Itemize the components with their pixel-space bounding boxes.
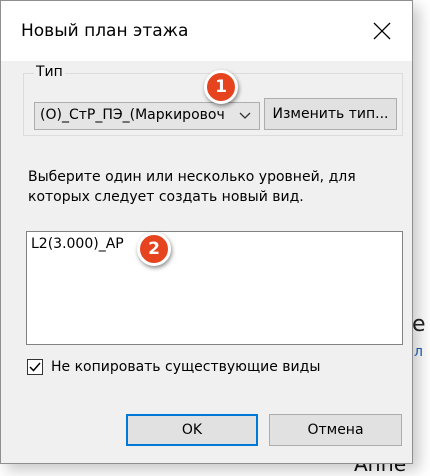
close-button[interactable] bbox=[366, 15, 398, 47]
type-select-value: (О)_СтР_ПЭ_(Маркировоч bbox=[40, 107, 225, 123]
title-bar: Новый план этажа bbox=[1, 1, 412, 61]
levels-listbox[interactable]: L2(3.000)_AP bbox=[26, 231, 403, 345]
callout-badge-1: 1 bbox=[204, 70, 238, 104]
checkmark-icon bbox=[29, 362, 41, 372]
chevron-down-icon bbox=[239, 112, 251, 119]
callout-badge-2: 2 bbox=[137, 232, 171, 266]
type-group-label: Тип bbox=[34, 64, 65, 80]
ok-button[interactable]: OK bbox=[126, 414, 258, 446]
levels-prompt: Выберите один или несколько уровней, для… bbox=[28, 169, 356, 205]
cancel-button[interactable]: Отмена bbox=[269, 414, 402, 446]
dialog-title: Новый план этажа bbox=[21, 21, 189, 41]
level-item[interactable]: L2(3.000)_AP bbox=[31, 236, 124, 252]
dont-copy-views-label: Не копировать существующие виды bbox=[51, 359, 321, 375]
dont-copy-views-checkbox[interactable] bbox=[27, 359, 43, 375]
change-type-button[interactable]: Изменить тип... bbox=[264, 98, 397, 130]
background-text-fragment: е bbox=[412, 312, 426, 337]
dont-copy-views-row: Не копировать существующие виды bbox=[27, 357, 320, 377]
type-select[interactable]: (О)_СтР_ПЭ_(Маркировоч bbox=[34, 102, 260, 130]
close-icon bbox=[373, 22, 391, 40]
background-link-fragment: л bbox=[414, 344, 423, 360]
